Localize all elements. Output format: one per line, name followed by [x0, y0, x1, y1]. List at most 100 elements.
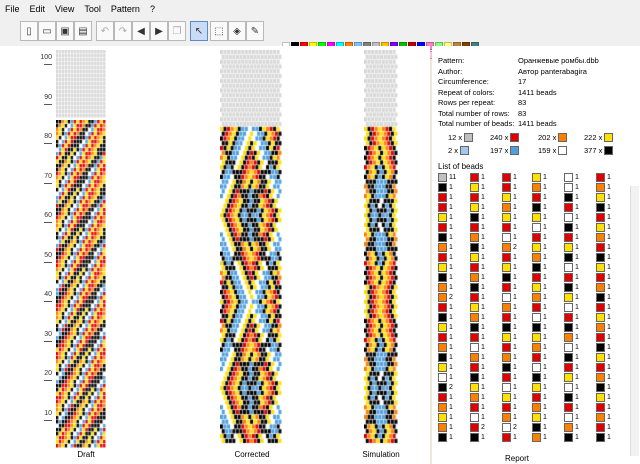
bead-list-item: 1: [532, 193, 564, 202]
bead-count: 1: [575, 204, 579, 211]
eyedropper-icon: ✎: [250, 25, 260, 37]
bead-count: 1: [575, 404, 579, 411]
bead-list-item: 1: [470, 413, 502, 422]
bead-list-item: 1: [532, 353, 564, 362]
bead-count: 1: [607, 354, 611, 361]
pointer-tool-button[interactable]: ↖: [190, 21, 208, 41]
bead-color-swatch: [470, 353, 479, 362]
menu-edit[interactable]: Edit: [25, 0, 51, 18]
bead-count: 1: [449, 304, 453, 311]
color-summary-item: 159 x: [538, 145, 568, 155]
bead-list-item: 1: [596, 303, 628, 312]
undo-button[interactable]: ↶: [96, 21, 114, 41]
bead-list-item: 1: [438, 373, 470, 382]
new-file-button[interactable]: ▯: [20, 21, 38, 41]
bead-color-swatch: [438, 413, 447, 422]
bead-color-swatch: [596, 203, 605, 212]
bead-list-item: 1: [438, 193, 470, 202]
color-swatch: [604, 145, 614, 155]
bead-count: 1: [513, 234, 517, 241]
bead-count: 1: [543, 434, 547, 441]
paint-bucket-icon: ◈: [233, 25, 241, 37]
pipette-tool-button[interactable]: ✎: [246, 21, 264, 41]
bead-count: 1: [481, 374, 485, 381]
menu-file[interactable]: File: [0, 0, 25, 18]
bead-color-swatch: [438, 243, 447, 252]
copy-button[interactable]: ❐: [168, 21, 186, 41]
bead-list-item: 2: [438, 293, 470, 302]
bead-count: 1: [481, 414, 485, 421]
shift-right-button[interactable]: ▶: [150, 21, 168, 41]
bead-count: 1: [481, 404, 485, 411]
bead-color-swatch: [502, 263, 511, 272]
bead-color-swatch: [564, 203, 573, 212]
bead-list-item: 1: [532, 183, 564, 192]
bead-color-swatch: [470, 413, 479, 422]
bead-color-swatch: [438, 373, 447, 382]
bead-color-swatch: [564, 273, 573, 282]
arrow-left-icon: ◀: [137, 25, 145, 37]
bead-color-swatch: [532, 233, 541, 242]
bead-list-item: 1: [532, 323, 564, 332]
bead-count: 1: [543, 424, 547, 431]
bead-color-swatch: [532, 343, 541, 352]
bead-list-item: 1: [596, 243, 628, 252]
bead-color-swatch: [596, 433, 605, 442]
bead-list-item: 1: [470, 263, 502, 272]
bead-list-item: 1: [470, 323, 502, 332]
bead-count: 1: [607, 224, 611, 231]
bead-list-item: 1: [532, 173, 564, 182]
pattern-work-area[interactable]: 100 90 80 70 60 50 40 30 20 10 Draft Corrected Si…: [0, 46, 430, 464]
menu-view[interactable]: View: [50, 0, 79, 18]
corrected-view[interactable]: [220, 50, 282, 448]
bead-list-item: 1: [470, 333, 502, 342]
bead-color-swatch: [438, 213, 447, 222]
color-count: 2 x: [448, 145, 459, 155]
bead-list-scrollbar[interactable]: [630, 186, 639, 456]
draft-view[interactable]: [56, 120, 106, 448]
bead-count: 1: [449, 284, 453, 291]
info-row: Author: Автор panterabagira: [438, 67, 638, 77]
bead-list-item: 1: [502, 433, 534, 442]
bead-color-swatch: [502, 383, 511, 392]
bead-color-swatch: [532, 353, 541, 362]
bead-color-swatch: [532, 323, 541, 332]
bead-color-swatch: [502, 323, 511, 332]
bead-count: 1: [481, 344, 485, 351]
simulation-view[interactable]: [364, 50, 398, 448]
ruler-label: 50: [44, 251, 52, 259]
bead-color-swatch: [596, 333, 605, 342]
bead-color-swatch: [596, 243, 605, 252]
bead-count: 1: [513, 414, 517, 421]
open-file-button[interactable]: ▭: [38, 21, 56, 41]
bead-list-item: 1: [564, 373, 596, 382]
bead-count: 1: [543, 244, 547, 251]
color-summary-item: 12 x: [448, 132, 474, 142]
info-label: Pattern:: [438, 56, 465, 65]
bead-count: 1: [481, 294, 485, 301]
bead-color-swatch: [596, 303, 605, 312]
bead-list-item: 1: [470, 433, 502, 442]
menu-tool[interactable]: Tool: [79, 0, 106, 18]
bead-count: 1: [481, 194, 485, 201]
bead-list-title: List of beads: [438, 162, 484, 171]
redo-button[interactable]: ↷: [114, 21, 132, 41]
bead-count: 1: [575, 274, 579, 281]
menu-help[interactable]: ?: [145, 0, 160, 18]
draft-empty-area[interactable]: [56, 50, 106, 120]
bead-count: 1: [513, 354, 517, 361]
menu-pattern[interactable]: Pattern: [106, 0, 145, 18]
bead-list-item: 1: [470, 173, 502, 182]
shift-left-button[interactable]: ◀: [132, 21, 150, 41]
bead-color-swatch: [470, 423, 479, 432]
new-file-icon: ▯: [26, 25, 32, 37]
bead-color-swatch: [438, 323, 447, 332]
fill-tool-button[interactable]: ◈: [228, 21, 246, 41]
print-button[interactable]: ▤: [74, 21, 92, 41]
bead-list-item: 1: [564, 393, 596, 402]
save-file-button[interactable]: ▣: [56, 21, 74, 41]
bead-color-swatch: [470, 313, 479, 322]
ruler-tick: [44, 340, 52, 342]
bead-count: 1: [607, 284, 611, 291]
select-tool-button[interactable]: ⬚: [210, 21, 228, 41]
